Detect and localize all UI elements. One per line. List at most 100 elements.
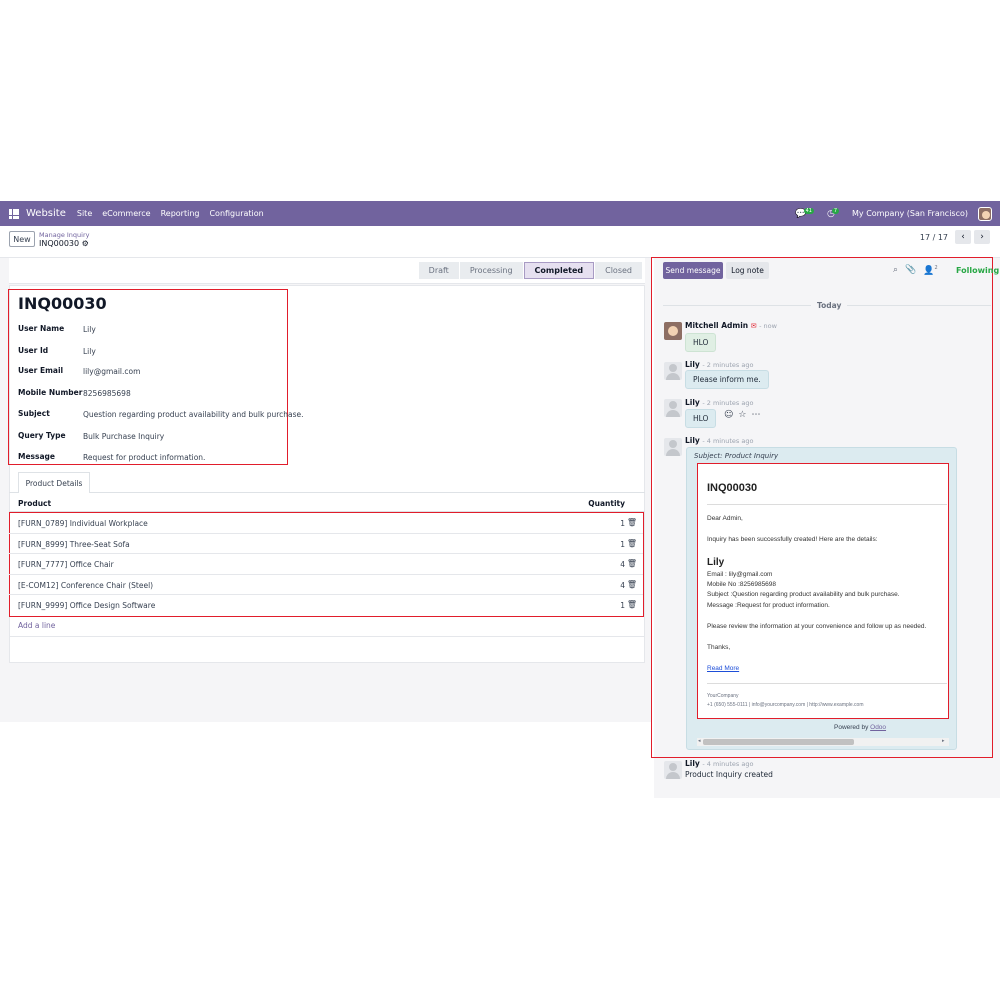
stage-pipeline: Draft Processing Completed Closed [418,262,642,279]
log-note-button[interactable]: Log note [726,262,769,279]
send-message-button[interactable]: Send message [663,262,723,279]
field-message[interactable]: Request for product information. [83,453,205,462]
menu-item-configuration[interactable]: Configuration [209,209,263,218]
stage-processing[interactable]: Processing [459,262,523,279]
column-quantity[interactable]: Quantity [588,499,625,508]
message-time: - 2 minutes ago [702,399,754,407]
message-author[interactable]: Lily [685,436,700,445]
message-bubble: HLO [685,333,717,352]
more-icon[interactable]: ⋯ [751,410,760,420]
avatar[interactable] [664,399,682,417]
email-title: INQ00030 [707,482,758,494]
message-author[interactable]: Lily [685,398,700,407]
field-user-email[interactable]: lily@gmail.com [83,367,140,376]
tab-product-details[interactable]: Product Details [18,472,90,493]
pager-previous-button[interactable]: ‹ [955,230,971,244]
search-icon[interactable]: ⌕ [893,265,898,276]
navbar-systray: 💬41 ◷7 My Company (San Francisco) [795,201,992,226]
odoo-link[interactable]: Odoo [870,724,886,731]
scroll-right-arrow[interactable]: ▸ [942,738,945,744]
trash-icon[interactable]: 🗑 [627,539,637,548]
field-subject[interactable]: Question regarding product availability … [83,410,304,419]
new-button[interactable]: New [9,231,35,247]
table-row[interactable]: [FURN_0789] Individual Workplace 1 🗑 [9,513,643,534]
field-label-mobile-number: Mobile Number [18,388,83,397]
email-company: YourCompany [707,693,739,699]
breadcrumb-current: INQ00030 ⚙ [39,239,89,248]
followers-icon[interactable]: 👤2 [923,265,937,276]
trash-icon[interactable]: 🗑 [627,559,637,568]
trash-icon[interactable]: 🗑 [627,580,637,589]
star-icon[interactable]: ☆ [738,410,746,420]
column-product[interactable]: Product [18,499,51,508]
menu-item-site[interactable]: Site [77,209,92,218]
gear-icon[interactable]: ⚙ [82,239,89,248]
email-line-subject: Subject :Question regarding product avai… [707,591,900,598]
line-quantity: 1 [620,519,625,528]
trash-icon[interactable]: 🗑 [627,518,637,527]
pager-value[interactable]: 17 / 17 [920,233,948,242]
message-time: - now [759,322,777,330]
trash-icon[interactable]: 🗑 [627,600,637,609]
avatar[interactable] [664,438,682,456]
table-row[interactable]: [FURN_9999] Office Design Software 1 🗑 [9,595,643,616]
chevron-right-icon: › [980,232,984,242]
app-name[interactable]: Website [26,208,66,219]
message-body: Product Inquiry created [685,770,773,779]
avatar[interactable] [664,322,682,340]
messages-icon[interactable]: 💬41 [795,207,817,219]
message-time: - 2 minutes ago [702,361,754,369]
activities-icon[interactable]: ◷7 [827,207,842,219]
message-author[interactable]: Lily [685,360,700,369]
email-line-email: Email : lily@gmail.com [707,571,773,578]
menu-item-reporting[interactable]: Reporting [161,209,200,218]
stage-completed[interactable]: Completed [523,262,595,279]
table-footer-divider [9,636,645,637]
stage-draft[interactable]: Draft [418,262,459,279]
field-query-type[interactable]: Bulk Purchase Inquiry [83,432,164,441]
stage-closed[interactable]: Closed [595,262,642,279]
avatar[interactable] [664,761,682,779]
user-avatar[interactable] [978,206,992,221]
scroll-left-arrow[interactable]: ◂ [698,738,701,744]
top-navbar: Website Site eCommerce Reporting Configu… [0,201,1000,226]
email-review-note: Please review the information at your co… [707,623,927,630]
apps-menu-icon[interactable] [9,208,19,219]
add-reaction-icon[interactable]: ☺ [724,410,733,420]
company-switcher[interactable]: My Company (San Francisco) [852,209,968,218]
message-author[interactable]: Mitchell Admin [685,321,748,330]
following-button[interactable]: Following [956,266,999,275]
line-quantity: 1 [620,539,625,549]
table-row[interactable]: [FURN_8999] Three-Seat Sofa 1 🗑 [9,534,643,554]
field-label-query-type: Query Type [18,431,66,440]
scrollbar-thumb[interactable] [703,739,854,745]
email-contact: +1 (650) 555-0111 | info@yourcompany.com… [707,702,864,708]
menu-item-ecommerce[interactable]: eCommerce [102,209,150,218]
table-row[interactable]: [E-COM12] Conference Chair (Steel) 4 🗑 [9,575,643,595]
powered-by: Powered by Odoo [834,724,886,731]
message-author[interactable]: Lily [685,759,700,768]
line-product: [FURN_0789] Individual Workplace [18,519,148,528]
message-bubble: Please inform me. [685,370,769,389]
paperclip-icon[interactable]: 📎 [905,265,916,276]
line-product: [FURN_9999] Office Design Software [18,601,156,610]
breadcrumb-parent[interactable]: Manage Inquiry [39,231,90,239]
message-header: Lily - 2 minutes ago [685,398,753,407]
field-user-name[interactable]: Lily [83,325,96,334]
breadcrumb-current-label: INQ00030 [39,239,80,248]
read-more-link[interactable]: Read More [707,665,739,672]
activities-badge: 7 [831,207,840,214]
email-greeting: Dear Admin, [707,515,743,522]
add-line-link[interactable]: Add a line [18,621,55,630]
field-user-id[interactable]: Lily [83,347,96,356]
table-row[interactable]: [FURN_7777] Office Chair 4 🗑 [9,554,643,575]
avatar[interactable] [664,362,682,380]
chatter-topbar-icons: ⌕ 📎 👤2 [893,265,938,276]
pager-next-button[interactable]: › [974,230,990,244]
message-actions: ☺ ☆ ⋯ [724,410,760,420]
followers-count: 2 [934,265,938,271]
field-label-message: Message [18,452,55,461]
field-label-subject: Subject [18,409,50,418]
field-mobile-number[interactable]: 8256985698 [83,389,131,398]
main-menu: Site eCommerce Reporting Configuration [77,209,264,218]
